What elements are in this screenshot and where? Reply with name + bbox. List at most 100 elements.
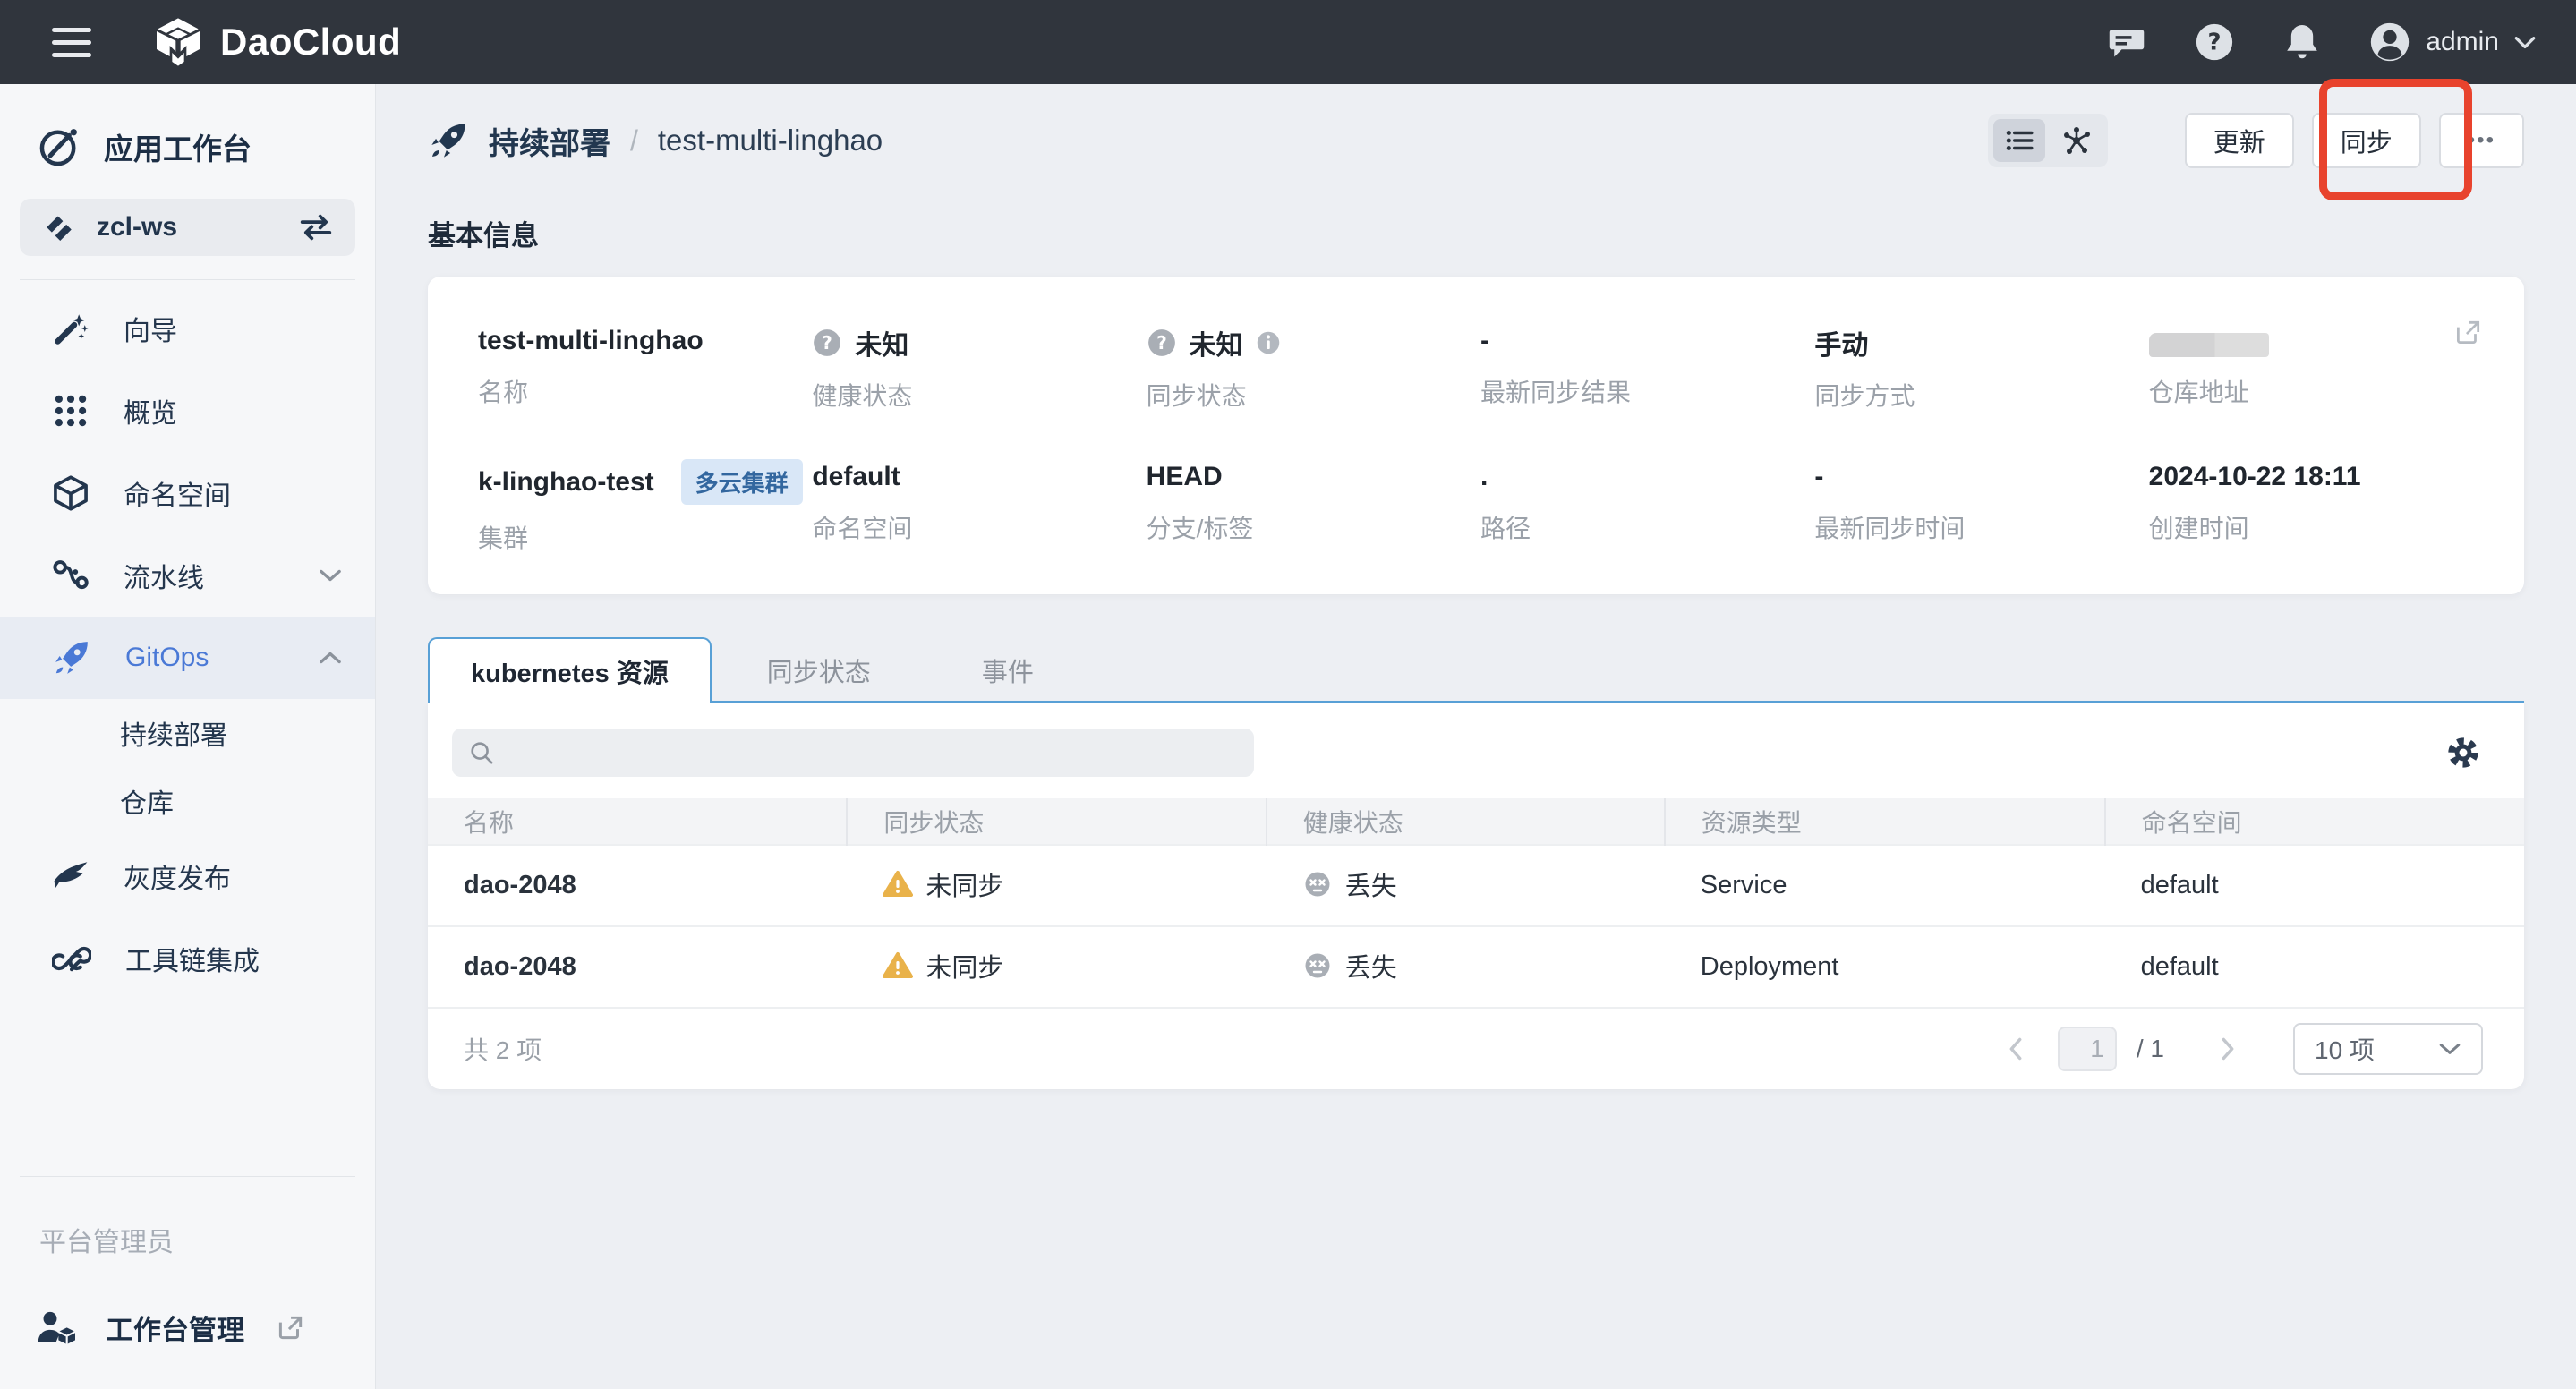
- column-header-type: 资源类型: [1665, 798, 2105, 845]
- chevron-down-icon: [2438, 1041, 2461, 1057]
- daocloud-cube-icon: [154, 17, 202, 67]
- field-value: HEAD: [1147, 462, 1223, 492]
- sidebar-item-toolchain[interactable]: 工具链集成: [0, 917, 375, 1000]
- table-row[interactable]: dao-2048 未同步 丢失 Service defaul: [428, 845, 2524, 926]
- sidebar-item-repository[interactable]: 仓库: [0, 767, 375, 835]
- external-link-icon: [275, 1313, 305, 1343]
- field-label: 分支/标签: [1147, 509, 1471, 545]
- field-label: 集群: [478, 519, 803, 555]
- tab-sync-status[interactable]: 同步状态: [712, 637, 926, 703]
- sidebar-item-label: 概览: [124, 391, 343, 430]
- admin-user-cube-icon: [36, 1308, 79, 1348]
- health-lost-face-icon: [1302, 869, 1333, 899]
- tab-events[interactable]: 事件: [926, 637, 1089, 703]
- field-value: 未知: [1190, 323, 1243, 362]
- column-header-sync: 同步状态: [847, 798, 1266, 845]
- brand-logo[interactable]: DaoCloud: [154, 17, 401, 67]
- field-label: 名称: [478, 373, 803, 409]
- admin-item-label: 工作台管理: [106, 1308, 244, 1348]
- more-actions-button[interactable]: •••: [2439, 113, 2524, 168]
- external-link-icon[interactable]: [2452, 318, 2483, 348]
- sidebar-item-wizard[interactable]: 向导: [0, 287, 375, 370]
- list-view-button[interactable]: [1993, 119, 2045, 162]
- breadcrumb-current: test-multi-linghao: [658, 124, 883, 158]
- sidebar-item-overview[interactable]: 概览: [0, 370, 375, 452]
- gear-icon[interactable]: [2445, 735, 2481, 771]
- search-input[interactable]: [506, 738, 1238, 767]
- field-value: default: [812, 462, 900, 492]
- resource-namespace: default: [2105, 845, 2524, 926]
- field-label: 同步方式: [1814, 377, 2139, 413]
- next-page-icon[interactable]: [2205, 1036, 2250, 1061]
- field-label: 健康状态: [812, 377, 1137, 413]
- resources-panel: 名称 同步状态 健康状态 资源类型 命名空间 dao-2048 未同步: [428, 703, 2524, 1089]
- sidebar-item-continuous-deployment[interactable]: 持续部署: [0, 699, 375, 767]
- workspace-selector[interactable]: zcl-ws: [20, 199, 355, 256]
- multicloud-badge: 多云集群: [681, 459, 803, 505]
- health-status-text: 丢失: [1345, 947, 1397, 984]
- page-number-input[interactable]: [2058, 1027, 2117, 1071]
- infinity-icon: [52, 940, 91, 977]
- sidebar-item-pipeline[interactable]: 流水线: [0, 534, 375, 617]
- rocket-icon: [52, 638, 91, 677]
- column-header-name: 名称: [428, 798, 847, 845]
- resource-name[interactable]: dao-2048: [428, 926, 847, 1008]
- topbar: DaoCloud ? admin: [0, 0, 2576, 84]
- topology-view-button[interactable]: [2051, 119, 2103, 162]
- info-field-name: test-multi-linghao 名称: [478, 323, 803, 413]
- chevron-down-icon: [2513, 34, 2537, 50]
- field-label: 最新同步时间: [1814, 509, 2139, 545]
- sidebar-item-gitops[interactable]: GitOps: [0, 617, 375, 699]
- info-field-branch: HEAD 分支/标签: [1147, 459, 1471, 555]
- user-menu[interactable]: admin: [2368, 21, 2537, 64]
- info-circle-icon[interactable]: [1256, 330, 1281, 355]
- username: admin: [2426, 27, 2499, 57]
- page-size-value: 10 项: [2315, 1031, 2438, 1067]
- info-field-sync-mode: 手动 同步方式: [1814, 323, 2139, 413]
- redacted-repo-url: [2149, 333, 2269, 357]
- info-field-created-at: 2024-10-22 18:11 创建时间: [2149, 459, 2474, 555]
- column-header-namespace: 命名空间: [2105, 798, 2524, 845]
- notifications-bell-icon[interactable]: [2281, 21, 2324, 64]
- sidebar-item-canary-release[interactable]: 灰度发布: [0, 835, 375, 917]
- sidebar-item-workbench-management[interactable]: 工作台管理: [0, 1259, 375, 1348]
- page-size-select[interactable]: 10 项: [2293, 1023, 2483, 1075]
- svg-text:?: ?: [822, 332, 832, 354]
- info-field-cluster: k-linghao-test 多云集群 集群: [478, 459, 803, 555]
- column-header-health: 健康状态: [1267, 798, 1665, 845]
- chevron-up-icon: [318, 650, 343, 666]
- pipeline-icon: [52, 557, 90, 594]
- tab-kubernetes-resources[interactable]: kubernetes 资源: [428, 637, 712, 703]
- sync-status-text: 未同步: [925, 865, 1003, 903]
- field-label: 最新同步结果: [1480, 373, 1805, 409]
- sync-button[interactable]: 同步: [2312, 113, 2421, 168]
- sidebar-item-namespace[interactable]: 命名空间: [0, 452, 375, 534]
- search-box: [452, 729, 1254, 777]
- rocket-icon: [428, 120, 469, 161]
- field-value: -: [1814, 462, 1823, 492]
- switch-workspace-icon[interactable]: [298, 212, 334, 243]
- sidebar-item-label: 向导: [124, 309, 343, 348]
- workspace-icon: [41, 209, 77, 245]
- sidebar-item-label: 流水线: [124, 556, 284, 595]
- table-footer: 共 2 项 / 1 10 项: [428, 1009, 2524, 1089]
- prev-page-icon[interactable]: [1993, 1036, 2038, 1061]
- workspace-name: zcl-ws: [97, 212, 278, 243]
- feedback-icon[interactable]: [2105, 21, 2148, 64]
- question-circle-icon: ?: [1147, 328, 1177, 358]
- resource-name[interactable]: dao-2048: [428, 845, 847, 926]
- menu-toggle-icon[interactable]: [52, 22, 102, 62]
- role-label: 平台管理员: [0, 1177, 375, 1259]
- info-field-path: . 路径: [1480, 459, 1805, 555]
- warning-triangle-icon: [883, 951, 913, 980]
- search-icon: [468, 739, 495, 766]
- field-value: 手动: [1814, 323, 1868, 362]
- table-row[interactable]: dao-2048 未同步 丢失 Deployment def: [428, 926, 2524, 1008]
- page-total: / 1: [2137, 1035, 2164, 1063]
- wand-icon: [52, 310, 90, 347]
- resource-type: Deployment: [1665, 926, 2105, 1008]
- update-button[interactable]: 更新: [2185, 113, 2294, 168]
- breadcrumb-root[interactable]: 持续部署: [489, 119, 610, 163]
- chevron-down-icon: [318, 567, 343, 584]
- help-icon[interactable]: ?: [2193, 21, 2236, 64]
